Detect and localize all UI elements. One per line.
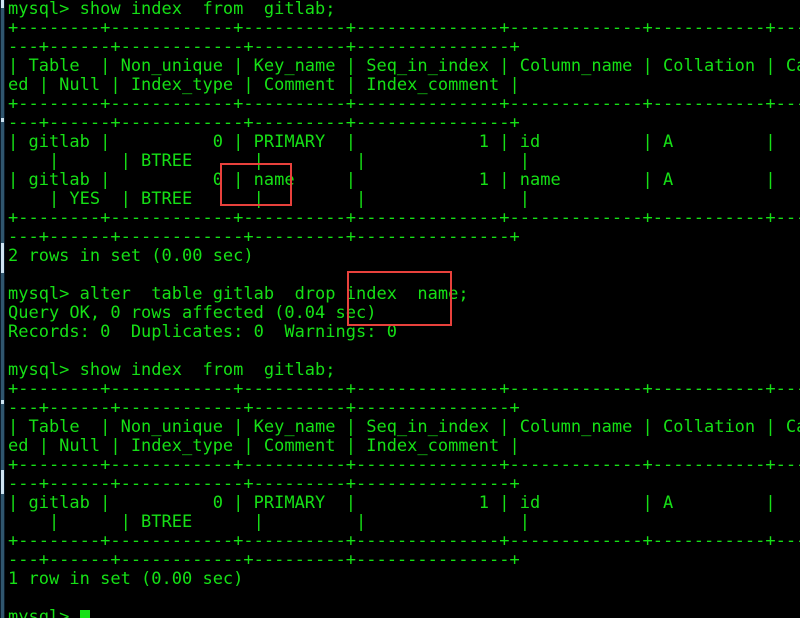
command-line-show-index-1: mysql> show index from gitlab;	[8, 0, 336, 19]
key-name-highlight-box	[220, 163, 292, 206]
text-cursor	[79, 610, 90, 618]
scrollbar-thumb[interactable]	[1, 0, 4, 8]
rows-in-set-status: 1 row in set (0.00 sec)	[8, 569, 244, 589]
table-header-row-wrap: ed | Null | Index_type | Comment | Index…	[8, 75, 520, 95]
rows-in-set-status: 2 rows in set (0.00 sec)	[8, 246, 254, 266]
table-separator: +--------+------------+----------+------…	[8, 18, 800, 38]
table-header-row: | Table | Non_unique | Key_name | Seq_in…	[8, 417, 800, 437]
table-row-wrap: | | BTREE | | |	[8, 512, 530, 532]
table-separator: +--------+------------+----------+------…	[8, 208, 800, 228]
table-row-wrap: | | BTREE | | |	[8, 151, 530, 171]
scrollbar-mark	[1, 470, 4, 494]
terminal-window[interactable]: mysql> show index from gitlab; +--------…	[0, 0, 800, 618]
table-row-wrap: | YES | BTREE | | |	[8, 189, 530, 209]
active-prompt-line[interactable]: mysql>	[8, 608, 800, 618]
table-separator-wrap: ---+------+------------+---------+------…	[8, 227, 520, 247]
table-separator-wrap: ---+------+------------+---------+------…	[8, 550, 520, 570]
scrollbar-track[interactable]	[1, 0, 4, 618]
table-separator: +--------+------------+----------+------…	[8, 455, 800, 475]
table-row: | gitlab | 0 | name | 1 | name | A | 3	[8, 170, 776, 190]
table-separator: +--------+------------+----------+------…	[8, 531, 800, 551]
table-row: | gitlab | 0 | PRIMARY | 1 | id | A | 3	[8, 493, 776, 513]
terminal-scrollbar[interactable]	[0, 0, 5, 618]
table-separator: +--------+------------+----------+------…	[8, 94, 800, 114]
scrollbar-mark	[1, 400, 4, 404]
prompt-text: mysql>	[8, 607, 80, 618]
table-separator-wrap: ---+------+------------+---------+------…	[8, 113, 520, 133]
scrollbar-mark	[1, 243, 4, 273]
table-row: | gitlab | 0 | PRIMARY | 1 | id | A | 3	[8, 132, 776, 152]
table-separator-wrap: ---+------+------------+---------+------…	[8, 37, 520, 57]
table-separator: +--------+------------+----------+------…	[8, 379, 800, 399]
drop-index-highlight-box	[347, 271, 452, 326]
table-separator-wrap: ---+------+------------+---------+------…	[8, 474, 520, 494]
table-header-row: | Table | Non_unique | Key_name | Seq_in…	[8, 56, 800, 76]
table-header-row-wrap: ed | Null | Index_type | Comment | Index…	[8, 436, 520, 456]
scrollbar-mark	[1, 118, 4, 122]
table-separator-wrap: ---+------+------------+---------+------…	[8, 398, 520, 418]
command-line-show-index-2: mysql> show index from gitlab;	[8, 360, 336, 380]
